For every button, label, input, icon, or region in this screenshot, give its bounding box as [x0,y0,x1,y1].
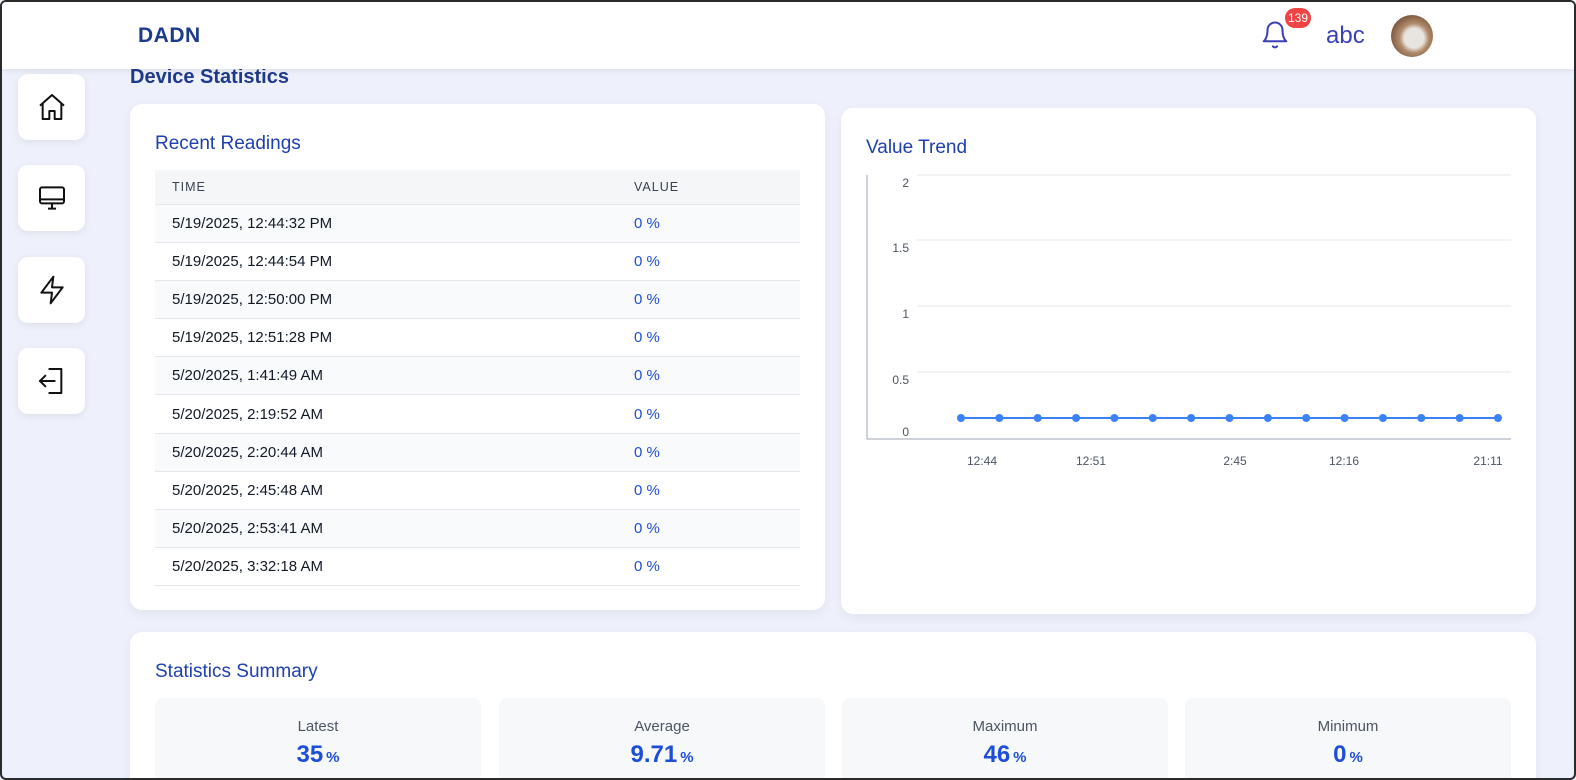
value-trend-chart: 0 0.5 1 1.5 2 12:44 12:51 2:45 12:16 21:11 [866,174,1511,468]
data-point [1455,414,1464,422]
sidebar-item-energy[interactable] [18,257,85,323]
page-title: Device Statistics [130,66,289,88]
value-trend-card: Value Trend 0 0.5 1 1.5 2 12:44 12:51 2:45 12:16… [841,108,1536,614]
brand-logo[interactable]: DADN [138,24,201,48]
reading-time-cell: 5/20/2025, 3:32:18 AM [155,547,634,587]
table-row: 5/20/2025, 1:41:49 AM 0 % [155,356,800,396]
data-point [1340,414,1349,422]
reading-value-cell: 0 % [634,204,800,243]
column-header-value: VALUE [634,170,800,205]
column-header-time: TIME [155,170,634,205]
monitor-icon [38,186,65,210]
reading-time-cell: 5/19/2025, 12:44:32 PM [155,204,634,243]
data-point [1148,414,1157,422]
data-point [1378,414,1387,422]
reading-time-cell: 5/20/2025, 2:53:41 AM [155,509,634,549]
stat-latest: Latest 35% [155,698,481,778]
data-point [1417,414,1426,422]
stat-value: 0% [1333,741,1363,768]
table-row: 5/19/2025, 12:50:00 PM 0 % [155,280,800,320]
reading-time-cell: 5/20/2025, 2:45:48 AM [155,471,634,511]
reading-time-cell: 5/20/2025, 1:41:49 AM [155,356,634,396]
stat-label: Minimum [1317,718,1379,735]
x-tick-label: 21:11 [1473,454,1502,468]
stat-label: Latest [297,718,339,735]
username-label[interactable]: abc [1326,22,1365,50]
table-row: 5/20/2025, 3:32:18 AM 0 % [155,547,800,587]
recent-readings-title: Recent Readings [155,133,301,154]
y-tick-label: 1 [902,307,909,321]
reading-value-cell: 0 % [634,509,800,549]
stat-value: 35% [296,741,340,768]
table-row: 5/19/2025, 12:44:32 PM 0 % [155,204,800,243]
statistics-summary-title: Statistics Summary [155,661,318,682]
reading-time-cell: 5/19/2025, 12:50:00 PM [155,280,634,320]
y-tick-label: 0.5 [892,373,909,387]
statistics-summary-card: Statistics Summary Latest 35% Average 9.… [130,632,1536,778]
avatar[interactable] [1391,15,1433,57]
reading-value-cell: 0 % [634,394,800,434]
stat-maximum: Maximum 46% [842,698,1168,778]
x-tick-label: 12:16 [1329,454,1359,468]
data-point [1263,414,1272,422]
reading-time-cell: 5/19/2025, 12:51:28 PM [155,318,634,358]
stat-minimum: Minimum 0% [1185,698,1511,778]
y-tick-label: 2 [902,176,909,190]
table-row: 5/19/2025, 12:51:28 PM 0 % [155,318,800,358]
x-tick-label: 12:44 [967,454,997,468]
top-navbar: DADN 139 abc [2,2,1574,69]
sidebar-item-devices[interactable] [18,165,85,231]
stat-value: 9.71% [630,741,694,768]
notification-count-badge[interactable]: 139 [1285,8,1312,28]
readings-table: TIME VALUE 5/19/2025, 12:44:32 PM 0 % 5/19… [155,170,800,587]
reading-value-cell: 0 % [634,471,800,511]
x-tick-label: 12:51 [1076,454,1106,468]
data-point [1187,414,1196,422]
table-row: 5/20/2025, 2:19:52 AM 0 % [155,394,800,434]
reading-value-cell: 0 % [634,280,800,320]
home-icon [38,94,65,120]
reading-time-cell: 5/20/2025, 2:19:52 AM [155,394,634,434]
reading-value-cell: 0 % [634,356,800,396]
stat-label: Maximum [972,718,1038,735]
logout-icon [38,368,62,394]
reading-time-cell: 5/19/2025, 12:44:54 PM [155,242,634,281]
notification-bell-icon[interactable] [1260,20,1290,50]
reading-value-cell: 0 % [634,318,800,358]
y-tick-label: 0 [902,425,909,439]
sidebar-item-home[interactable] [18,74,85,140]
app-window: DADN 139 abc Device Statistics Recent Re… [0,0,1576,780]
data-point [1033,414,1042,422]
stat-label: Average [634,718,690,735]
y-tick-label: 1.5 [892,241,909,255]
lightning-icon [39,275,64,305]
table-row: 5/20/2025, 2:45:48 AM 0 % [155,471,800,511]
reading-value-cell: 0 % [634,433,800,472]
reading-value-cell: 0 % [634,547,800,587]
table-row: 5/19/2025, 12:44:54 PM 0 % [155,242,800,281]
data-point [995,414,1004,422]
data-point [1072,414,1081,422]
sidebar-item-logout[interactable] [18,348,85,414]
table-header-row: TIME VALUE [155,170,800,205]
reading-value-cell: 0 % [634,242,800,281]
stat-average: Average 9.71% [499,698,825,778]
data-point [1494,414,1502,422]
data-point [1302,414,1311,422]
table-row: 5/20/2025, 2:53:41 AM 0 % [155,509,800,549]
x-tick-label: 2:45 [1223,454,1247,468]
data-point [1110,414,1119,422]
stat-value: 46% [983,741,1027,768]
recent-readings-card: Recent Readings TIME VALUE 5/19/2025, 12… [130,104,825,610]
table-row: 5/20/2025, 2:20:44 AM 0 % [155,433,800,472]
reading-time-cell: 5/20/2025, 2:20:44 AM [155,433,634,472]
data-point [1225,414,1234,422]
data-point [957,414,965,422]
